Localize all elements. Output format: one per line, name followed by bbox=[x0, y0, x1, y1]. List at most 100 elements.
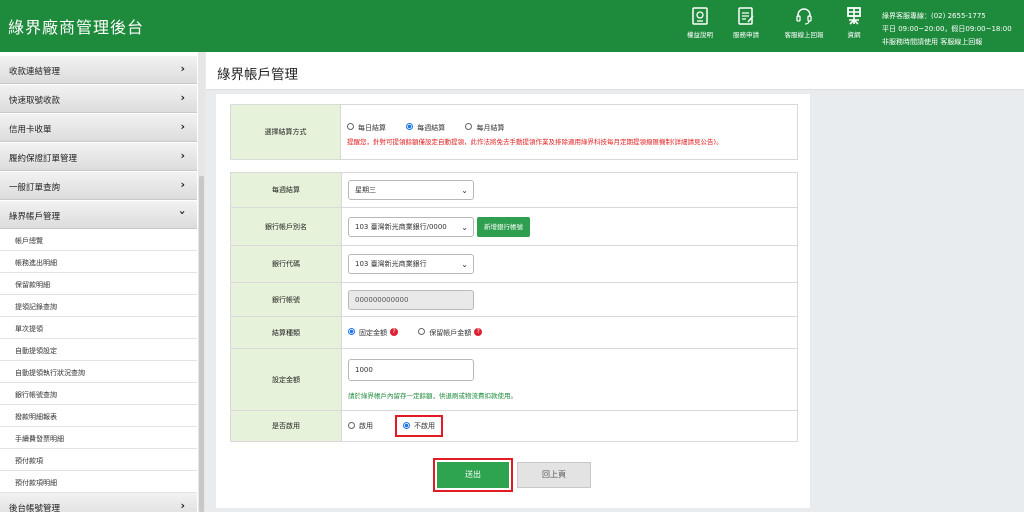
sidebar-subitem[interactable]: 預付款項明細 bbox=[0, 471, 197, 493]
sidebar-subitem[interactable]: 提領記錄查詢 bbox=[0, 295, 197, 317]
settle-method-label: 選擇結算方式 bbox=[230, 104, 341, 160]
radio-checked[interactable] bbox=[403, 421, 410, 429]
sidebar-item-label: 快速取號收款 bbox=[9, 96, 61, 106]
submit-button[interactable]: 送出 bbox=[437, 462, 509, 488]
keep-balance-option[interactable]: 保留帳戶金額? bbox=[418, 327, 483, 338]
amount-note: 請於綠界帳戶內留存一定餘額，供退刷或物流費扣款使用。 bbox=[348, 392, 517, 400]
select-value: 103 臺灣新光商業銀行/0000 bbox=[355, 222, 447, 231]
weekday-select[interactable]: 星期三 ⌄ bbox=[348, 180, 474, 200]
sidebar-item-payment-link[interactable]: 收款連結管理 › bbox=[0, 56, 197, 84]
option-label: 不啟用 bbox=[414, 422, 435, 430]
sidebar-subitem-label: 單次提領 bbox=[15, 325, 43, 333]
fixed-amount-option[interactable]: 固定金額? bbox=[348, 327, 398, 338]
sidebar-item-account-mgmt[interactable]: 綠界帳戶管理 › bbox=[0, 201, 197, 229]
sidebar-subitem[interactable]: 手續費發票明細 bbox=[0, 427, 197, 449]
bank-account-label: 銀行帳號 bbox=[230, 282, 342, 317]
apply-button[interactable]: 服務申請 bbox=[728, 6, 764, 39]
sidebar-subitem[interactable]: 預付款項 bbox=[0, 449, 197, 471]
sidebar-subitem-label: 自動提領執行狀況查詢 bbox=[15, 369, 85, 377]
ecpay-link[interactable]: 資網 bbox=[842, 6, 866, 39]
amount-input[interactable]: 1000 bbox=[348, 359, 474, 381]
sidebar-subitem[interactable]: 自動提領設定 bbox=[0, 339, 197, 361]
contact-info: 綠界客服專線：(02) 2655-1775 平日 09:00~20:00，假日0… bbox=[882, 10, 1012, 49]
sidebar-subitem-label: 提領記錄查詢 bbox=[15, 303, 57, 311]
contact-hours: 平日 09:00~20:00，假日09:00~18:00 bbox=[882, 25, 1012, 33]
headset-icon bbox=[796, 8, 812, 25]
select-value: 星期三 bbox=[355, 186, 376, 194]
rights-label: 權益說明 bbox=[687, 31, 713, 39]
sidebar-subitem[interactable]: 自動提領執行狀況查詢 bbox=[0, 361, 197, 383]
chevron-down-icon: ⌄ bbox=[461, 186, 468, 195]
sidebar-subitem-label: 撥款明細報表 bbox=[15, 413, 57, 421]
option-label: 啟用 bbox=[359, 422, 373, 430]
support-report-label: 客服線上回報 bbox=[784, 31, 824, 39]
apply-form-icon bbox=[738, 7, 754, 25]
option-label: 每日結算 bbox=[358, 123, 386, 132]
sidebar-subitem-label: 帳戶總覽 bbox=[15, 237, 43, 245]
sidebar-item-label: 收款連結管理 bbox=[9, 67, 61, 77]
chevron-right-icon: › bbox=[180, 91, 185, 104]
sidebar-item-label: 後台帳號管理 bbox=[9, 504, 61, 512]
bank-alias-label: 銀行帳戶別名 bbox=[230, 207, 342, 246]
sidebar-item-escrow-orders[interactable]: 履約保證訂單管理 › bbox=[0, 143, 197, 171]
sidebar-subitem[interactable]: 帳戶總覽 bbox=[0, 229, 197, 251]
sidebar-item-label: 履約保證訂單管理 bbox=[9, 154, 78, 164]
weekly-label: 每週結算 bbox=[230, 172, 342, 208]
back-button[interactable]: 回上頁 bbox=[517, 462, 591, 488]
sidebar-subitem[interactable]: 帳務進出明細 bbox=[0, 251, 197, 273]
settle-daily-option[interactable]: 每日結算 bbox=[347, 123, 386, 133]
rights-button[interactable]: 權益說明 bbox=[684, 6, 716, 39]
enabled-label: 是否啟用 bbox=[230, 410, 342, 442]
radio-unchecked[interactable] bbox=[418, 328, 426, 335]
settle-method-cell: 每日結算 每週結算 每月結算 提醒您，針對可提領餘額僅設定自動提領，此作法將免去… bbox=[340, 104, 798, 160]
settle-monthly-option[interactable]: 每月結算 bbox=[465, 123, 504, 133]
sidebar-item-quick-number[interactable]: 快速取號收款 › bbox=[0, 85, 197, 113]
enabled-cell: 啟用 不啟用 bbox=[341, 410, 798, 442]
radio-checked[interactable] bbox=[348, 328, 355, 335]
apply-label: 服務申請 bbox=[733, 31, 759, 39]
enable-option[interactable]: 啟用 bbox=[348, 421, 373, 431]
bank-code-select[interactable]: 103 臺灣新光商業銀行 ⌄ bbox=[348, 254, 474, 274]
help-icon[interactable]: ? bbox=[474, 327, 483, 336]
support-report-button[interactable]: 客服線上回報 bbox=[778, 6, 830, 39]
settle-type-label: 結算種類 bbox=[230, 316, 342, 349]
option-label: 每月結算 bbox=[476, 123, 505, 132]
settle-type-cell: 固定金額? 保留帳戶金額? bbox=[341, 316, 798, 349]
amount-cell: 1000 請於綠界帳戶內留存一定餘額，供退刷或物流費扣款使用。 bbox=[341, 348, 798, 411]
settle-weekly-option[interactable]: 每週結算 bbox=[406, 123, 445, 133]
chevron-down-icon: ⌄ bbox=[461, 222, 468, 232]
select-value: 103 臺灣新光商業銀行 bbox=[355, 260, 427, 268]
bank-code-cell: 103 臺灣新光商業銀行 ⌄ bbox=[341, 245, 798, 283]
sidebar-subitem-label: 帳務進出明細 bbox=[15, 259, 57, 267]
brand-title[interactable]: 綠界廠商管理後台 bbox=[8, 14, 144, 38]
add-bank-account-button[interactable]: 新增銀行帳號 bbox=[477, 216, 530, 237]
contact-offhours[interactable]: 非服務時間請使用 客服線上回報 bbox=[882, 36, 1012, 49]
radio-unchecked[interactable] bbox=[348, 421, 355, 429]
sidebar-subitem[interactable]: 撥款明細報表 bbox=[0, 405, 197, 427]
radio-unchecked[interactable] bbox=[347, 123, 354, 130]
sidebar-item-order-query[interactable]: 一般訂單查詢 › bbox=[0, 172, 197, 200]
settings-table: 每週結算 星期三 ⌄ 銀行帳戶別名 103 臺灣新光商業銀行/0000 ⌄ 新增銀行帳… bbox=[230, 172, 798, 442]
disable-option[interactable]: 不啟用 bbox=[403, 421, 435, 431]
option-label: 每週結算 bbox=[417, 123, 446, 132]
sidebar-scroll-thumb[interactable] bbox=[199, 176, 204, 512]
sidebar-item-credit-card[interactable]: 信用卡收單 › bbox=[0, 114, 197, 142]
bank-account-field: 000000000000 bbox=[348, 289, 474, 310]
ecpay-logo-icon bbox=[847, 7, 861, 25]
rights-doc-icon bbox=[692, 7, 708, 25]
sidebar-subitem-label: 保留款明細 bbox=[15, 281, 50, 289]
help-icon[interactable]: ? bbox=[390, 327, 398, 336]
page-header: 綠界帳戶管理 bbox=[206, 52, 1024, 90]
sidebar-subitem[interactable]: 保留款明細 bbox=[0, 273, 197, 295]
bank-alias-select[interactable]: 103 臺灣新光商業銀行/0000 ⌄ bbox=[348, 216, 474, 237]
sidebar-subitem[interactable]: 銀行帳號查詢 bbox=[0, 383, 197, 405]
radio-unchecked[interactable] bbox=[465, 123, 473, 130]
sidebar-item-label: 綠界帳戶管理 bbox=[9, 212, 61, 222]
sidebar-subitem[interactable]: 單次提領 bbox=[0, 317, 197, 339]
bank-account-cell: 000000000000 bbox=[341, 282, 798, 317]
sidebar-subitem-label: 預付款項 bbox=[15, 457, 43, 465]
chevron-right-icon: › bbox=[180, 178, 185, 191]
radio-checked[interactable] bbox=[406, 123, 414, 130]
sidebar-item-backend-accounts[interactable]: 後台帳號管理 › bbox=[0, 493, 197, 512]
sidebar-subitem-label: 手續費發票明細 bbox=[15, 435, 64, 443]
